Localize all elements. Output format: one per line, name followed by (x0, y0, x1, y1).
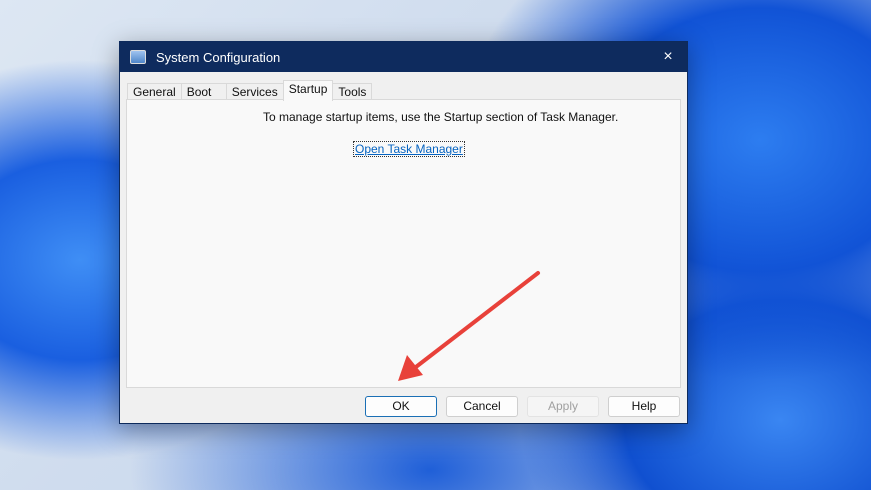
red-arrow-annotation (398, 271, 540, 381)
tab-startup[interactable]: Startup (282, 80, 334, 101)
